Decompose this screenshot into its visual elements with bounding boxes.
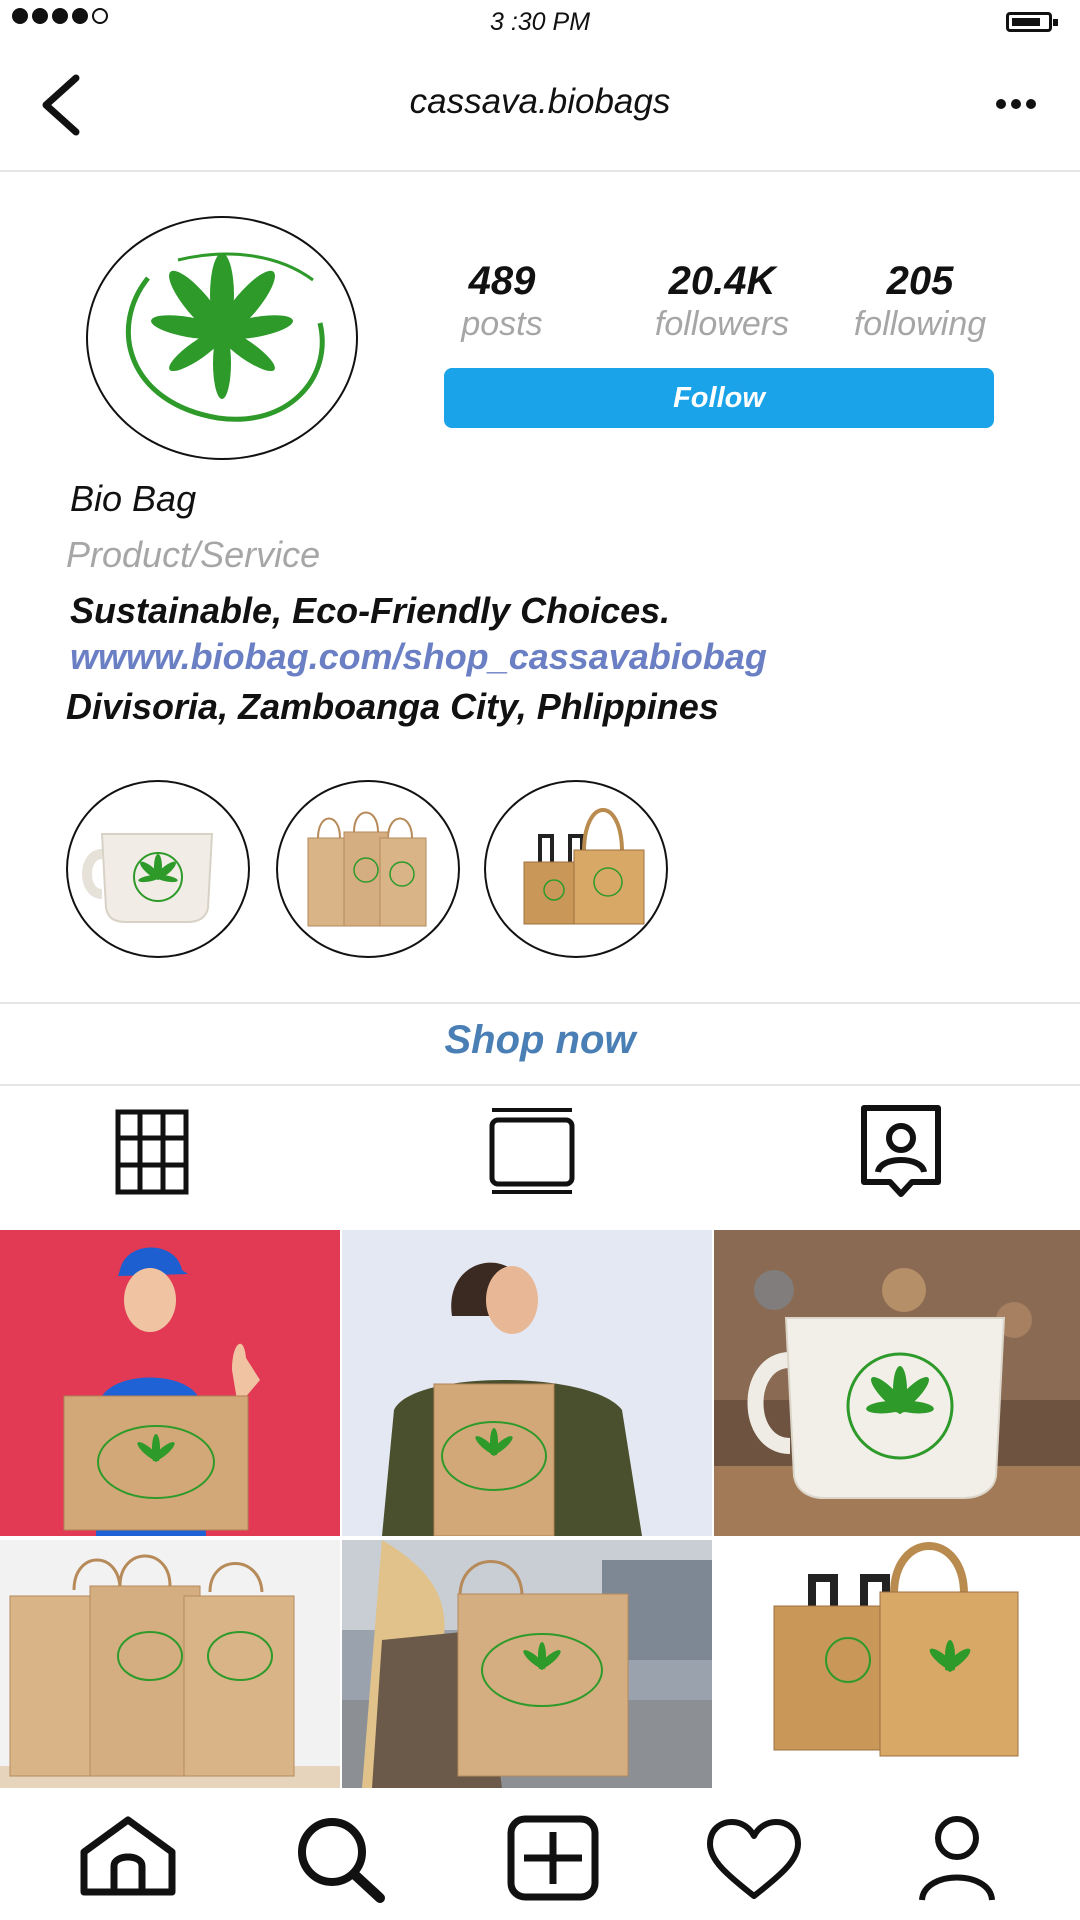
follow-button[interactable]: Follow [444, 368, 994, 428]
grid-icon [115, 1109, 189, 1195]
posts-label: posts [461, 305, 543, 343]
woman-holding-bag-photo [342, 1540, 712, 1788]
highlight-paper-bags[interactable] [276, 780, 460, 958]
profile-category: Product/Service [66, 534, 321, 575]
profile-avatar[interactable] [86, 216, 358, 460]
battery-icon [1006, 12, 1058, 32]
paper-bags-photo [0, 1540, 340, 1788]
grid-post-3[interactable] [714, 1230, 1080, 1536]
following-label: following [853, 305, 987, 343]
profile-header: cassava.biobags [0, 48, 1080, 172]
mug-on-table-photo [714, 1230, 1080, 1536]
mug-thumbnail [82, 833, 214, 923]
tab-tagged[interactable] [858, 1102, 944, 1202]
followers-count: 20.4K [668, 259, 776, 303]
highlight-jute-bags[interactable] [484, 780, 668, 958]
stat-following[interactable]: 205 following [820, 258, 1020, 344]
nav-new-post[interactable] [506, 1814, 600, 1902]
status-bar: 3 :30 PM [0, 0, 1080, 48]
nav-profile[interactable] [918, 1814, 996, 1904]
nav-activity[interactable] [706, 1818, 802, 1902]
jute-bags-photo [714, 1540, 1080, 1788]
stat-followers[interactable]: 20.4K followers [622, 258, 822, 344]
bottom-nav [0, 1790, 1080, 1920]
stat-posts[interactable]: 489 posts [402, 258, 602, 344]
divider [0, 1002, 1080, 1004]
tab-grid[interactable] [112, 1106, 192, 1196]
woman-with-paper-bag-photo [342, 1230, 712, 1536]
person-with-box-photo [0, 1230, 340, 1536]
posts-count: 489 [468, 259, 536, 303]
search-icon [298, 1818, 385, 1903]
home-icon [80, 1816, 176, 1896]
grid-post-1[interactable] [0, 1230, 340, 1536]
paper-bags-thumbnail [307, 811, 427, 927]
grid-post-4[interactable] [0, 1540, 340, 1788]
status-time: 3 :30 PM [489, 8, 591, 36]
following-count: 205 [886, 259, 954, 303]
highlight-mug[interactable] [66, 780, 250, 958]
tab-feed[interactable] [486, 1106, 578, 1196]
cassava-leaf-logo-icon [125, 252, 325, 422]
profile-website-link[interactable]: wwww.biobag.com/shop_cassavabiobag [70, 636, 767, 678]
divider [0, 1084, 1080, 1086]
followers-label: followers [654, 305, 790, 343]
grid-post-6[interactable] [714, 1540, 1080, 1788]
profile-username: cassava.biobags [409, 82, 671, 121]
add-post-icon [507, 1815, 599, 1901]
nav-home[interactable] [78, 1814, 178, 1898]
heart-icon [707, 1819, 801, 1899]
grid-post-5[interactable] [342, 1540, 712, 1788]
feed-icon [489, 1108, 575, 1194]
profile-location: Divisoria, Zamboanga City, Phlippines [66, 686, 719, 727]
jute-bags-thumbnail [523, 808, 645, 925]
profile-name: Bio Bag [70, 478, 197, 519]
profile-tagline: Sustainable, Eco-Friendly Choices. [70, 590, 671, 631]
user-icon [919, 1816, 995, 1901]
grid-post-2[interactable] [342, 1230, 712, 1536]
nav-search[interactable] [294, 1814, 390, 1904]
shop-now-button[interactable]: Shop now [0, 1018, 1080, 1063]
more-options-button[interactable] [996, 96, 1046, 116]
tagged-user-icon [861, 1105, 941, 1197]
